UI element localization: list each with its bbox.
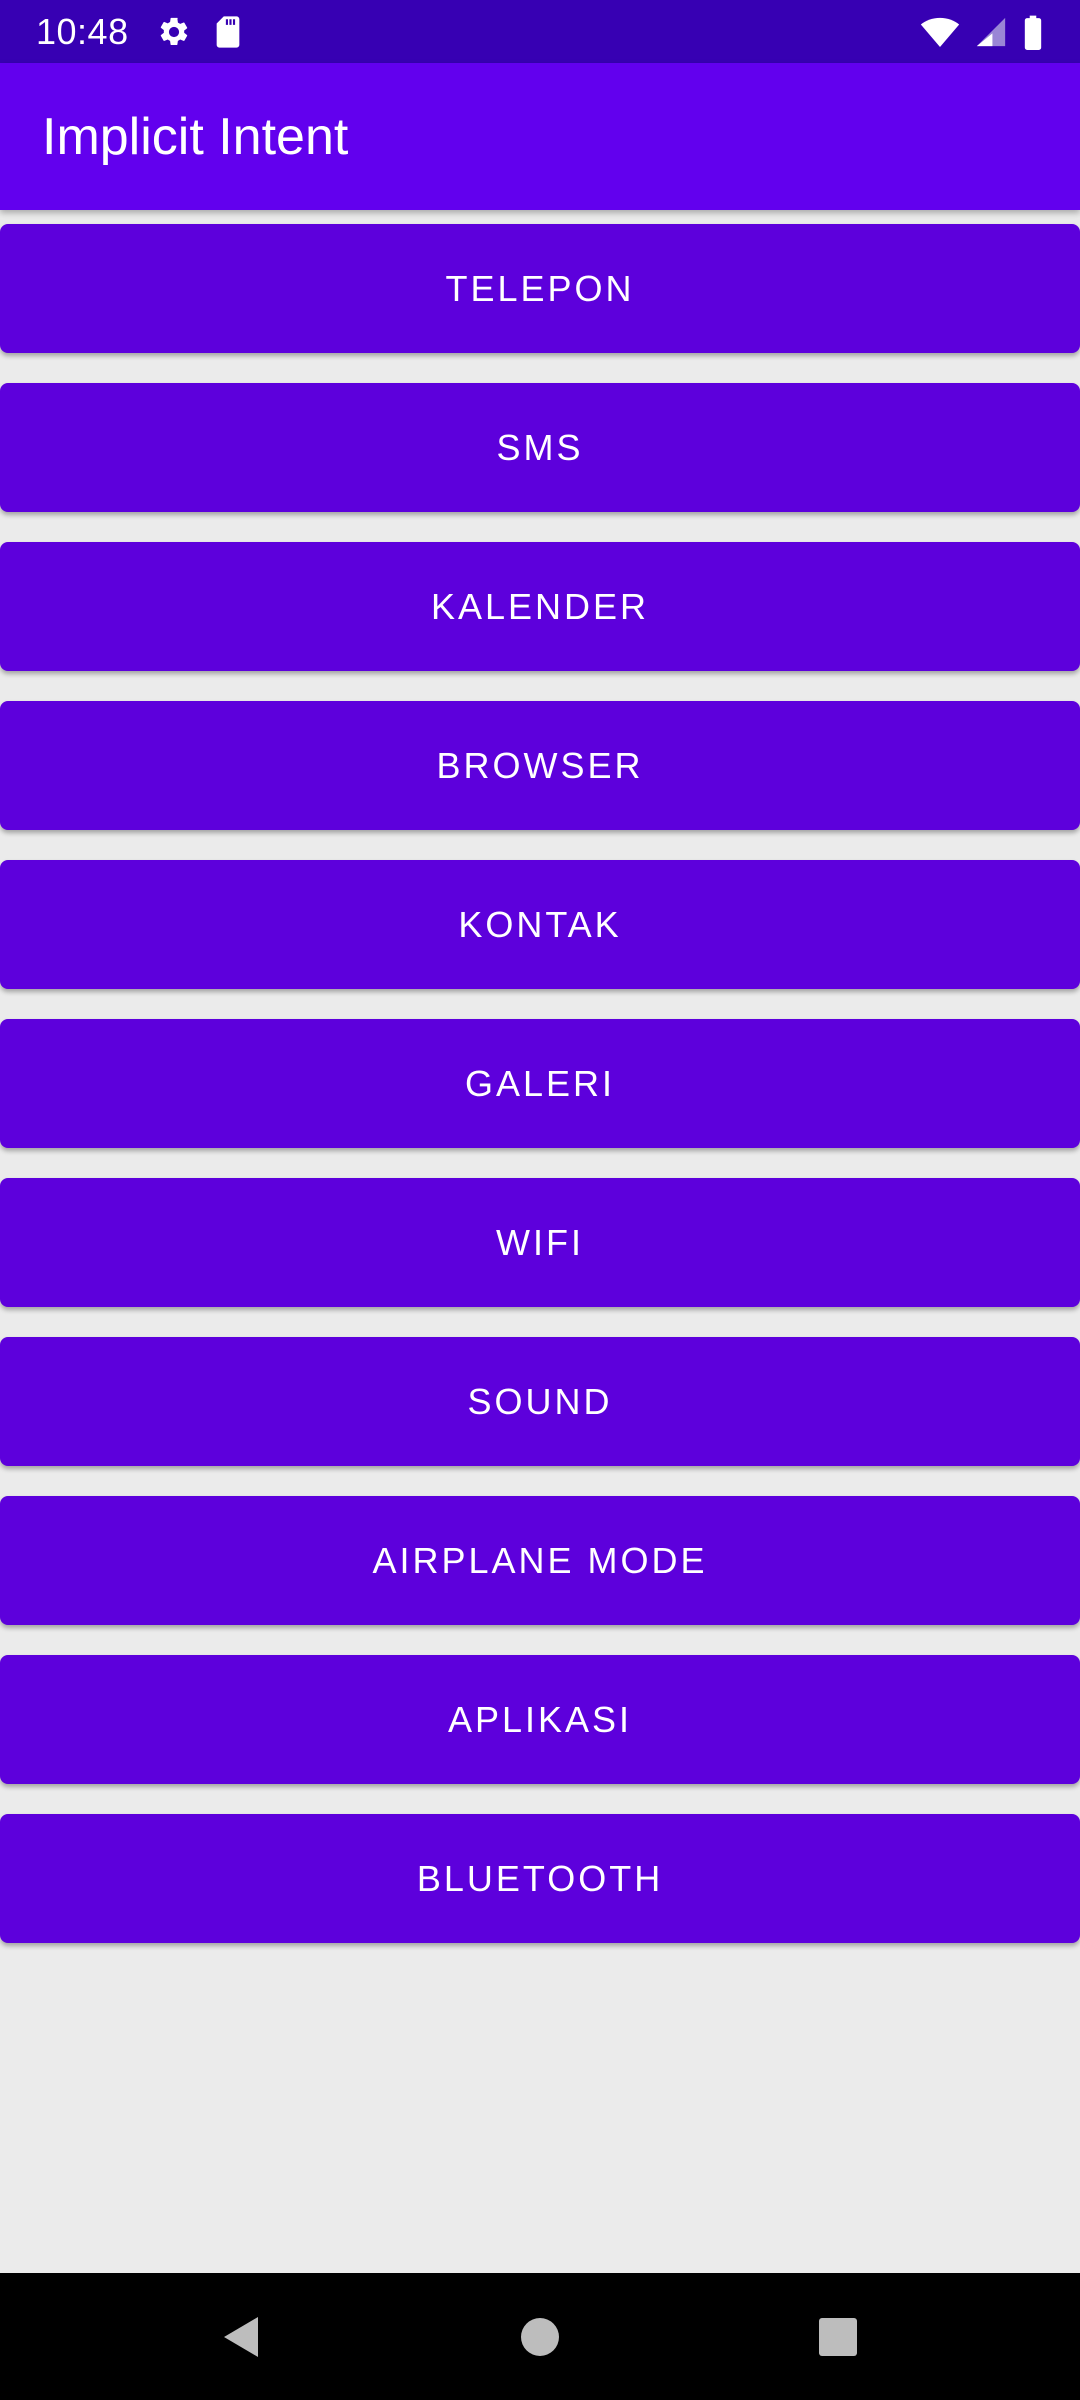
wifi-button[interactable]: WIFI [0, 1178, 1080, 1307]
gear-icon [157, 15, 191, 49]
app-title: Implicit Intent [42, 107, 349, 166]
aplikasi-button[interactable]: APLIKASI [0, 1655, 1080, 1784]
status-bar: 10:48 [0, 0, 1080, 63]
galeri-button[interactable]: GALERI [0, 1019, 1080, 1148]
recents-icon[interactable] [778, 2273, 898, 2400]
kontak-button[interactable]: KONTAK [0, 860, 1080, 989]
screen: 10:48 Implicit Intent TELEPON SMS KALEND… [0, 0, 1080, 2400]
kontak-button-label: KONTAK [458, 903, 622, 945]
battery-icon [1022, 14, 1044, 50]
status-left-icons [157, 15, 243, 49]
sound-button-label: SOUND [467, 1380, 613, 1422]
galeri-button-label: GALERI [464, 1062, 616, 1104]
kalender-button[interactable]: KALENDER [0, 542, 1080, 671]
telepon-button[interactable]: TELEPON [0, 224, 1080, 353]
status-time: 10:48 [36, 10, 129, 52]
airplane-mode-button[interactable]: AIRPLANE MODE [0, 1496, 1080, 1625]
navigation-bar [0, 2273, 1080, 2400]
kalender-button-label: KALENDER [430, 585, 650, 627]
cell-signal-icon [974, 15, 1008, 49]
back-icon[interactable] [180, 2273, 300, 2400]
browser-button[interactable]: BROWSER [0, 701, 1080, 830]
wifi-icon [920, 15, 960, 49]
wifi-button-label: WIFI [496, 1221, 584, 1263]
browser-button-label: BROWSER [436, 744, 644, 786]
button-list: TELEPON SMS KALENDER BROWSER KONTAK GALE… [0, 224, 1080, 1973]
bluetooth-button[interactable]: BLUETOOTH [0, 1814, 1080, 1943]
home-icon[interactable] [480, 2273, 600, 2400]
app-bar: Implicit Intent [0, 63, 1080, 210]
sms-button[interactable]: SMS [0, 383, 1080, 512]
sound-button[interactable]: SOUND [0, 1337, 1080, 1466]
aplikasi-button-label: APLIKASI [447, 1698, 633, 1740]
sd-card-icon [213, 15, 243, 49]
telepon-button-label: TELEPON [445, 267, 635, 309]
status-right-icons [920, 14, 1044, 50]
sms-button-label: SMS [496, 426, 584, 468]
bluetooth-button-label: BLUETOOTH [416, 1857, 664, 1899]
airplane-mode-button-label: AIRPLANE MODE [372, 1539, 708, 1581]
